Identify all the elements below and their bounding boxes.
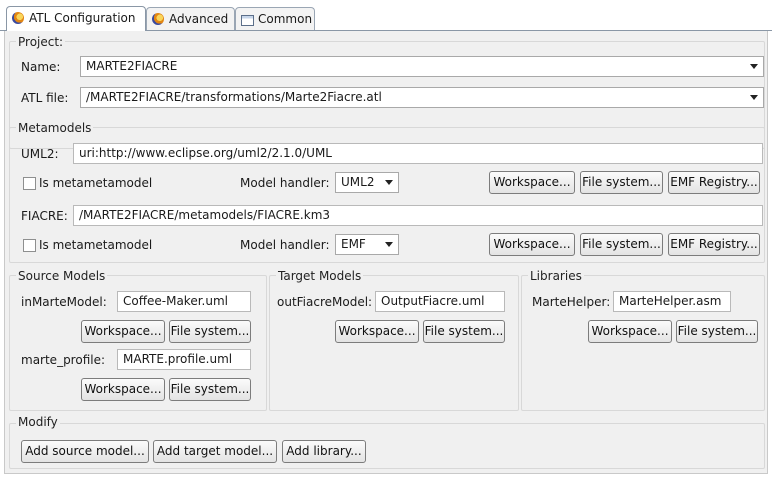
out-fiacre-model-field[interactable]: OutputFiacre.uml <box>375 291 505 312</box>
modify-group-label: Modify <box>16 415 60 429</box>
fiacre-model-handler-combo[interactable]: EMF <box>335 234 399 255</box>
fiacre-model-handler-value: EMF <box>341 237 366 251</box>
atl-run-configuration-dialog: ATL Configuration Advanced Common Projec… <box>0 0 772 478</box>
uml2-uri-value: uri:http://www.eclipse.org/uml2/2.1.0/UM… <box>79 146 332 160</box>
target-models-group-label: Target Models <box>276 269 364 283</box>
project-name-value: MARTE2FIACRE <box>86 59 178 73</box>
marte-profile-value: MARTE.profile.uml <box>123 352 233 366</box>
uml2-workspace-button[interactable]: Workspace... <box>489 171 575 194</box>
uml2-file-system-button[interactable]: File system... <box>580 171 663 194</box>
chevron-down-icon <box>385 242 393 247</box>
out-fiacre-model-label: outFiacreModel: <box>277 295 373 309</box>
fiacre-workspace-button[interactable]: Workspace... <box>489 233 575 256</box>
fiacre-uri-field[interactable]: /MARTE2FIACRE/metamodels/FIACRE.km3 <box>73 205 763 226</box>
uml2-emf-registry-button[interactable]: EMF Registry... <box>668 171 760 194</box>
uml2-model-handler-value: UML2 <box>341 175 375 189</box>
tab-advanced[interactable]: Advanced <box>146 7 235 30</box>
tab-label: Common <box>258 12 313 26</box>
project-group-label: Project: <box>16 35 66 49</box>
in-marte-model-file-system-button[interactable]: File system... <box>169 320 251 343</box>
tab-common[interactable]: Common <box>235 7 315 30</box>
uml2-is-metametamodel-label: Is metametamodel <box>39 176 153 190</box>
marte-helper-field[interactable]: MarteHelper.asm <box>613 291 731 312</box>
source-models-group-label: Source Models <box>16 269 108 283</box>
marte-helper-value: MarteHelper.asm <box>619 294 722 308</box>
add-target-model-button[interactable]: Add target model... <box>153 440 277 463</box>
marte-profile-label: marte_profile: <box>21 353 106 367</box>
metamodels-group-label: Metamodels <box>16 121 94 135</box>
out-fiacre-model-file-system-button[interactable]: File system... <box>423 320 505 343</box>
tab-atl-configuration[interactable]: ATL Configuration <box>6 6 146 31</box>
atl-file-label: ATL file: <box>21 91 69 105</box>
atl-file-combo[interactable]: /MARTE2FIACRE/transformations/Marte2Fiac… <box>80 87 764 108</box>
fiacre-file-system-button[interactable]: File system... <box>580 233 663 256</box>
uml2-is-metametamodel-checkbox[interactable] <box>23 177 36 190</box>
in-marte-model-value: Coffee-Maker.uml <box>123 294 228 308</box>
out-fiacre-model-workspace-button[interactable]: Workspace... <box>335 320 419 343</box>
fiacre-uri-value: /MARTE2FIACRE/metamodels/FIACRE.km3 <box>79 208 331 222</box>
marte-helper-file-system-button[interactable]: File system... <box>676 320 758 343</box>
fiacre-is-metametamodel-checkbox[interactable] <box>23 239 36 252</box>
out-fiacre-model-value: OutputFiacre.uml <box>381 294 485 308</box>
in-marte-model-field[interactable]: Coffee-Maker.uml <box>117 291 251 312</box>
tab-label: Advanced <box>169 12 229 26</box>
fiacre-model-handler-label: Model handler: <box>240 238 330 252</box>
tab-content-panel: Project: Name: MARTE2FIACRE ATL file: /M… <box>4 31 768 474</box>
fiacre-emf-registry-button[interactable]: EMF Registry... <box>668 233 760 256</box>
marte-profile-field[interactable]: MARTE.profile.uml <box>117 349 251 370</box>
uml2-model-handler-label: Model handler: <box>240 176 330 190</box>
atl-config-icon <box>152 13 164 25</box>
atl-file-value: /MARTE2FIACRE/transformations/Marte2Fiac… <box>86 90 382 104</box>
marte-profile-file-system-button[interactable]: File system... <box>169 378 251 401</box>
project-name-combo[interactable]: MARTE2FIACRE <box>80 56 764 77</box>
add-library-button[interactable]: Add library... <box>282 440 366 463</box>
uml2-uri-field[interactable]: uri:http://www.eclipse.org/uml2/2.1.0/UM… <box>73 143 763 164</box>
libraries-group-label: Libraries <box>528 269 584 283</box>
chevron-down-icon <box>750 64 758 69</box>
tab-strip: ATL Configuration Advanced Common <box>0 0 772 31</box>
atl-config-icon <box>12 12 24 24</box>
marte-helper-workspace-button[interactable]: Workspace... <box>588 320 672 343</box>
in-marte-model-workspace-button[interactable]: Workspace... <box>81 320 165 343</box>
uml2-label: UML2: <box>21 147 59 161</box>
in-marte-model-label: inMarteModel: <box>21 295 107 309</box>
uml2-model-handler-combo[interactable]: UML2 <box>335 172 399 193</box>
name-label: Name: <box>21 60 61 74</box>
marte-profile-workspace-button[interactable]: Workspace... <box>81 378 165 401</box>
common-tab-icon <box>241 15 254 26</box>
chevron-down-icon <box>385 180 393 185</box>
marte-helper-label: MarteHelper: <box>532 295 611 309</box>
tab-label: ATL Configuration <box>29 11 136 25</box>
fiacre-label: FIACRE: <box>21 209 68 223</box>
chevron-down-icon <box>750 95 758 100</box>
fiacre-is-metametamodel-label: Is metametamodel <box>39 238 153 252</box>
add-source-model-button[interactable]: Add source model... <box>21 440 149 463</box>
